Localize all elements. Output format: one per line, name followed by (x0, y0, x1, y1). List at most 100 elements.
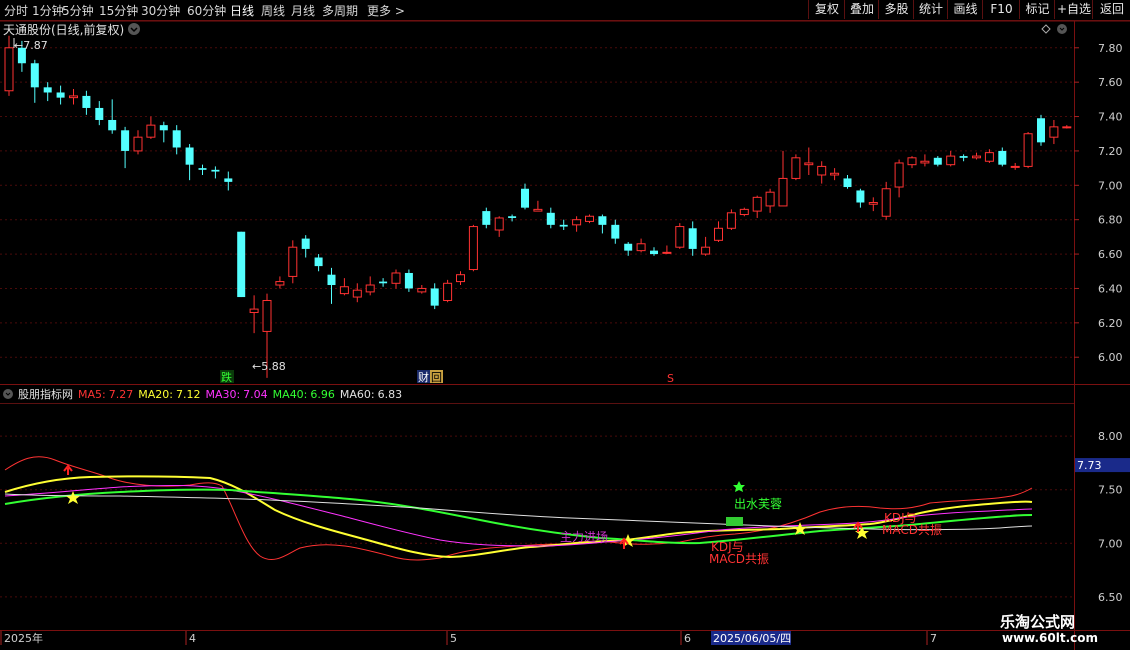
chart-title: 天通股份(日线,前复权) (3, 22, 124, 37)
diamond-icon[interactable] (1041, 24, 1051, 34)
candle (327, 267, 336, 304)
indicator-settings-icon[interactable] (3, 389, 13, 399)
candle (998, 147, 1007, 167)
candle (417, 285, 427, 294)
candle (43, 82, 52, 102)
signal-left: 主力进场 (560, 530, 608, 544)
price-tick-label: 6.00 (1098, 351, 1123, 364)
watermark-url: www.60lt.com (1002, 631, 1099, 645)
candle (1023, 132, 1033, 169)
indicator-tick-label: 7.00 (1098, 537, 1123, 550)
candle (314, 254, 323, 272)
candle (752, 195, 762, 218)
indicator-axis: 8.00 7.50 7.00 6.50 7.73 (1075, 430, 1130, 604)
price-tick-label: 7.80 (1098, 42, 1123, 55)
candle (4, 35, 14, 96)
candle (726, 209, 736, 231)
candle (662, 245, 672, 255)
ma-lines (4, 456, 1033, 561)
candle (468, 224, 478, 272)
date-label: 4 (189, 632, 196, 645)
green-star (733, 481, 745, 492)
indicator-tick-label: 6.50 (1098, 591, 1123, 604)
candle (559, 219, 568, 231)
date-axis: 2025年 4 5 6 7 2025/06/05/四 (0, 631, 937, 645)
candle (121, 126, 130, 169)
indicator-tick-label: 8.00 (1098, 430, 1123, 443)
candle (868, 197, 878, 212)
candle (224, 171, 233, 191)
indicator-legend: 股朋指标网 MA5: 7.27 MA20: 7.12 MA30: 7.04 MA40: 6.96… (18, 387, 402, 401)
candle (494, 216, 504, 237)
candle (611, 219, 620, 244)
candle (69, 89, 78, 105)
candle (843, 174, 852, 189)
red-up-arrow (63, 464, 73, 475)
candle (456, 271, 465, 286)
yellow-star (66, 491, 80, 504)
event-mark-hui[interactable]: 回 (430, 370, 443, 384)
signal-kdj-2: MACD共振 (709, 552, 769, 566)
candle (933, 156, 942, 167)
candle (675, 223, 685, 249)
candle (185, 144, 194, 181)
candle (791, 154, 801, 181)
candle (946, 150, 956, 167)
candle (972, 152, 981, 160)
price-tick-label: 6.80 (1098, 214, 1123, 227)
price-tick-label: 6.60 (1098, 248, 1123, 261)
candle (30, 59, 39, 103)
candle (688, 221, 697, 256)
candle (95, 101, 104, 126)
chart-canvas[interactable]: 7.80 7.60 7.40 7.20 7.00 6.80 6.60 6.40 6.20 6.00… (0, 0, 1130, 650)
candle (636, 238, 646, 253)
candle (391, 269, 401, 289)
candle (598, 214, 607, 234)
candle (443, 279, 453, 303)
candle (533, 200, 543, 212)
title-dropdown-icon[interactable] (128, 23, 140, 35)
price-tick-label: 6.40 (1098, 282, 1123, 295)
svg-text:回: 回 (431, 371, 442, 384)
event-mark-die[interactable]: 跌 (220, 370, 234, 384)
candle (56, 85, 65, 105)
svg-text:财: 财 (418, 370, 429, 384)
candle (1062, 125, 1072, 129)
candle (959, 154, 968, 162)
candle (585, 214, 594, 224)
candle (159, 121, 168, 143)
high-label: ←7.87 (14, 39, 48, 52)
indicator-tick-label: 7.50 (1098, 484, 1123, 497)
candle (894, 159, 904, 198)
event-mark-s[interactable]: S (667, 372, 674, 385)
signal-right-2: MACD共振 (882, 523, 942, 537)
watermark-title: 乐淘公式网 (1000, 613, 1076, 631)
candle (365, 276, 375, 296)
candle (739, 207, 749, 217)
expand-icon[interactable] (1057, 24, 1067, 34)
candle (508, 214, 517, 222)
signal-chushui: 出水芙蓉 (734, 497, 782, 511)
candle (339, 278, 349, 296)
candle (856, 188, 865, 208)
event-mark-cai[interactable]: 财 (417, 370, 430, 384)
green-block (726, 517, 743, 526)
ma60-line (4, 493, 1033, 531)
price-tick-label: 7.60 (1098, 76, 1123, 89)
ma5-line (4, 456, 1033, 561)
candle (482, 207, 491, 229)
price-tick-label: 7.00 (1098, 179, 1123, 192)
date-label: 7 (930, 632, 937, 645)
low-label: ←5.88 (252, 360, 286, 373)
candle (275, 276, 285, 289)
panel-frame (0, 20, 1130, 650)
price-tick-label: 7.20 (1098, 145, 1123, 158)
ma30-line (4, 484, 1033, 547)
current-value-label: 7.73 (1077, 459, 1102, 472)
ma20-line (4, 475, 1033, 559)
candle (82, 90, 91, 115)
candle (804, 147, 814, 175)
candle (907, 156, 917, 169)
candle (830, 168, 840, 181)
candle (546, 207, 555, 229)
